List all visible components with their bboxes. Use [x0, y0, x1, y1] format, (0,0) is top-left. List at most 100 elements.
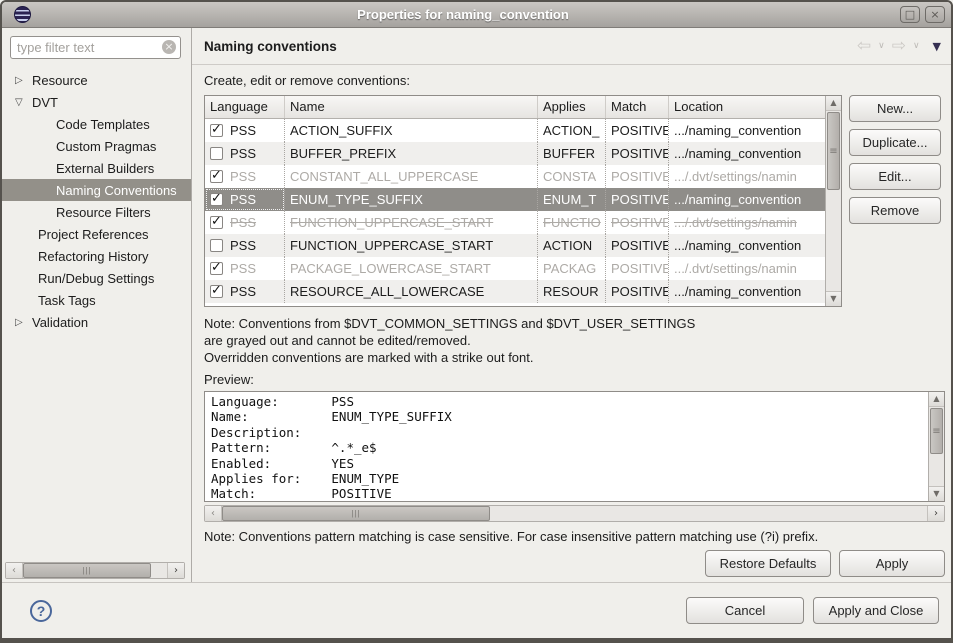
location-cell: .../.dvt/settings/namin	[669, 257, 825, 280]
language-cell: PSS	[205, 234, 285, 257]
match-cell: POSITIVE	[606, 119, 669, 142]
table-row[interactable]: PSS PACKAGE_LOWERCASE_START PACKAG POSIT…	[205, 257, 825, 280]
scroll-right-icon[interactable]: ›	[927, 506, 944, 521]
row-checkbox[interactable]	[210, 285, 223, 298]
table-row[interactable]: PSS CONSTANT_ALL_UPPERCASE CONSTA POSITI…	[205, 165, 825, 188]
scroll-up-icon[interactable]: ▲	[929, 392, 944, 407]
language-value: PSS	[230, 123, 256, 138]
scrollbar-thumb[interactable]: ≡	[827, 112, 840, 190]
sidebar-tree-item[interactable]: Naming Conventions	[2, 179, 191, 201]
eclipse-app-icon	[14, 6, 31, 23]
preview-label: Preview:	[204, 372, 941, 387]
close-icon[interactable]: ×	[925, 6, 945, 23]
cancel-button[interactable]: Cancel	[686, 597, 804, 624]
column-header-name[interactable]: Name	[285, 96, 538, 118]
sidebar-tree-item[interactable]: Run/Debug Settings	[2, 267, 191, 289]
row-checkbox[interactable]	[210, 262, 223, 275]
table-row[interactable]: PSS ENUM_TYPE_SUFFIX ENUM_T POSITIVE ...…	[205, 188, 825, 211]
location-cell: .../naming_convention	[669, 142, 825, 165]
table-row[interactable]: PSS RESOURCE_ALL_LOWERCASE RESOUR POSITI…	[205, 280, 825, 303]
table-zone: LanguageNameAppliesMatchLocation PSS ACT…	[204, 95, 941, 307]
tree-item-label: Project References	[38, 227, 149, 242]
restore-defaults-button[interactable]: Restore Defaults	[705, 550, 831, 577]
table-vertical-scrollbar[interactable]: ▲ ≡ ▼	[825, 96, 841, 306]
clear-filter-icon[interactable]: ×	[162, 40, 176, 54]
location-cell: .../naming_convention	[669, 119, 825, 142]
table-row[interactable]: PSS FUNCTION_UPPERCASE_START FUNCTIO POS…	[205, 211, 825, 234]
scrollbar-thumb[interactable]: |||	[23, 563, 151, 578]
column-header-applies[interactable]: Applies	[538, 96, 606, 118]
row-checkbox[interactable]	[210, 216, 223, 229]
language-value: PSS	[230, 192, 256, 207]
tree-item-label: DVT	[32, 95, 58, 110]
forward-arrow-icon[interactable]: ⇨	[892, 36, 906, 56]
scroll-down-icon[interactable]: ▼	[826, 291, 841, 306]
tree-expander-icon[interactable]: ▷	[15, 75, 32, 86]
row-checkbox[interactable]	[210, 147, 223, 160]
view-menu-icon[interactable]: ▼	[933, 40, 941, 53]
scroll-left-icon[interactable]: ‹	[205, 506, 222, 521]
sidebar-tree-item[interactable]: ▷ Validation	[2, 311, 191, 333]
duplicate-button[interactable]: Duplicate...	[849, 129, 941, 156]
name-cell: BUFFER_PREFIX	[285, 142, 538, 165]
dialog-content: × ▷ Resource ▽ DVT Code Templates Custom…	[2, 28, 951, 582]
sidebar-tree-item[interactable]: External Builders	[2, 157, 191, 179]
apply-button[interactable]: Apply	[839, 550, 945, 577]
language-cell: PSS	[205, 280, 285, 303]
scroll-left-icon[interactable]: ‹	[6, 563, 23, 578]
row-checkbox[interactable]	[210, 239, 223, 252]
column-header-language[interactable]: Language	[205, 96, 285, 118]
row-checkbox[interactable]	[210, 193, 223, 206]
apply-and-close-button[interactable]: Apply and Close	[813, 597, 939, 624]
back-dropdown-icon[interactable]: ∨	[878, 41, 885, 51]
preview-vertical-scrollbar[interactable]: ▲ ≡ ▼	[928, 392, 944, 501]
filter-input[interactable]	[10, 36, 181, 59]
match-cell: POSITIVE	[606, 234, 669, 257]
scroll-down-icon[interactable]: ▼	[929, 486, 944, 501]
sidebar-tree-item[interactable]: Task Tags	[2, 289, 191, 311]
language-value: PSS	[230, 146, 256, 161]
location-cell: .../naming_convention	[669, 234, 825, 257]
remove-button[interactable]: Remove	[849, 197, 941, 224]
naming-conventions-page: Naming conventions ⇦ ∨ ⇨ ∨ ▼ Create, edi…	[192, 28, 951, 582]
column-header-match[interactable]: Match	[606, 96, 669, 118]
create-edit-remove-label: Create, edit or remove conventions:	[204, 73, 941, 88]
sidebar-tree-item[interactable]: ▽ DVT	[2, 91, 191, 113]
sidebar-tree-item[interactable]: Project References	[2, 223, 191, 245]
table-row[interactable]: PSS ACTION_SUFFIX ACTION_ POSITIVE .../n…	[205, 119, 825, 142]
scroll-right-icon[interactable]: ›	[167, 563, 184, 578]
sidebar-tree-item[interactable]: Custom Pragmas	[2, 135, 191, 157]
edit-button[interactable]: Edit...	[849, 163, 941, 190]
scrollbar-thumb[interactable]: |||	[222, 506, 490, 521]
help-icon[interactable]: ?	[30, 600, 52, 622]
sidebar-tree-item[interactable]: Resource Filters	[2, 201, 191, 223]
tree-item-label: Refactoring History	[38, 249, 149, 264]
back-arrow-icon[interactable]: ⇦	[857, 36, 871, 56]
new-button[interactable]: New...	[849, 95, 941, 122]
sidebar-tree-item[interactable]: Code Templates	[2, 113, 191, 135]
scroll-up-icon[interactable]: ▲	[826, 96, 841, 111]
language-value: PSS	[230, 284, 256, 299]
sidebar-tree-item[interactable]: Refactoring History	[2, 245, 191, 267]
row-checkbox[interactable]	[210, 170, 223, 183]
preview-horizontal-scrollbar[interactable]: ‹ ||| ›	[204, 505, 945, 522]
tree-expander-icon[interactable]: ▷	[15, 317, 32, 328]
tree-expander-icon[interactable]: ▽	[15, 97, 32, 108]
sidebar-horizontal-scrollbar[interactable]: ‹ ||| ›	[5, 562, 185, 579]
name-cell: CONSTANT_ALL_UPPERCASE	[285, 165, 538, 188]
scrollbar-thumb[interactable]: ≡	[930, 408, 943, 454]
filter-box: ×	[10, 36, 181, 59]
forward-dropdown-icon[interactable]: ∨	[913, 41, 920, 51]
tree-item-label: Code Templates	[56, 117, 150, 132]
column-header-location[interactable]: Location	[669, 96, 825, 118]
table-row[interactable]: PSS FUNCTION_UPPERCASE_START ACTION POSI…	[205, 234, 825, 257]
language-cell: PSS	[205, 257, 285, 280]
applies-cell: CONSTA	[538, 165, 606, 188]
page-header: Naming conventions ⇦ ∨ ⇨ ∨ ▼	[204, 34, 941, 58]
table-row[interactable]: PSS BUFFER_PREFIX BUFFER POSITIVE .../na…	[205, 142, 825, 165]
sidebar-tree-item[interactable]: ▷ Resource	[2, 69, 191, 91]
titlebar[interactable]: Properties for naming_convention □ ×	[2, 2, 951, 28]
maximize-icon[interactable]: □	[900, 6, 920, 23]
name-cell: ENUM_TYPE_SUFFIX	[285, 188, 538, 211]
row-checkbox[interactable]	[210, 124, 223, 137]
